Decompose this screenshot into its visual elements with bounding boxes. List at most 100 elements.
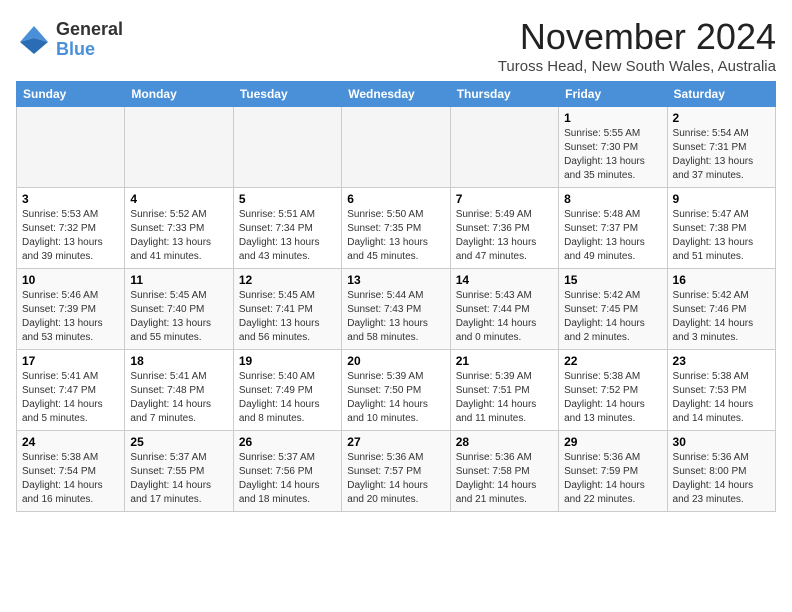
day-number: 10 xyxy=(22,273,119,287)
day-info: Sunrise: 5:51 AM Sunset: 7:34 PM Dayligh… xyxy=(239,208,336,264)
day-number: 12 xyxy=(239,273,336,287)
day-info: Sunrise: 5:37 AM Sunset: 7:56 PM Dayligh… xyxy=(239,451,336,507)
day-number: 23 xyxy=(673,354,770,368)
day-number: 15 xyxy=(564,273,661,287)
calendar-cell: 3Sunrise: 5:53 AM Sunset: 7:32 PM Daylig… xyxy=(17,188,125,269)
day-info: Sunrise: 5:38 AM Sunset: 7:54 PM Dayligh… xyxy=(22,451,119,507)
day-number: 2 xyxy=(673,111,770,125)
day-info: Sunrise: 5:48 AM Sunset: 7:37 PM Dayligh… xyxy=(564,208,661,264)
day-number: 9 xyxy=(673,192,770,206)
weekday-header-friday: Friday xyxy=(559,82,667,107)
calendar-cell: 10 Sunrise: 5:46 AM Sunset: 7:39 PM Dayli… xyxy=(17,269,125,350)
calendar-cell: 6 Sunrise: 5:50 AM Sunset: 7:35 PM Daylig… xyxy=(342,188,450,269)
day-info: Sunrise: 5:36 AM Sunset: 8:00 PM Dayligh… xyxy=(673,451,770,507)
calendar-header: SundayMondayTuesdayWednesdayThursdayFrid… xyxy=(17,82,776,107)
day-info: Sunrise: 5:36 AM Sunset: 7:59 PM Dayligh… xyxy=(564,451,661,507)
day-info: Sunrise: 5:45 AM Sunset: 7:40 PM Dayligh… xyxy=(130,289,227,345)
day-number: 19 xyxy=(239,354,336,368)
day-number: 3 xyxy=(22,192,119,206)
day-info: Sunrise: 5:55 AM Sunset: 7:30 PM Dayligh… xyxy=(564,127,661,183)
calendar-cell: 28 Sunrise: 5:36 AM Sunset: 7:58 PM Dayli… xyxy=(450,431,558,512)
day-number: 4 xyxy=(130,192,227,206)
day-info: Sunrise: 5:41 AM Sunset: 7:48 PM Dayligh… xyxy=(130,370,227,426)
weekday-header-wednesday: Wednesday xyxy=(342,82,450,107)
calendar-cell xyxy=(233,107,341,188)
calendar-cell: 5 Sunrise: 5:51 AM Sunset: 7:34 PM Daylig… xyxy=(233,188,341,269)
header: General Blue November 2024 Tuross Head, … xyxy=(16,16,776,75)
calendar-cell: 15 Sunrise: 5:42 AM Sunset: 7:45 PM Dayli… xyxy=(559,269,667,350)
calendar-cell: 30 Sunrise: 5:36 AM Sunset: 8:00 PM Dayli… xyxy=(667,431,775,512)
day-number: 30 xyxy=(673,435,770,449)
day-number: 14 xyxy=(456,273,553,287)
logo-icon xyxy=(16,22,52,58)
day-info: Sunrise: 5:42 AM Sunset: 7:45 PM Dayligh… xyxy=(564,289,661,345)
calendar-cell: 4Sunrise: 5:52 AM Sunset: 7:33 PM Daylig… xyxy=(125,188,233,269)
calendar-cell: 1 Sunrise: 5:55 AM Sunset: 7:30 PM Daylig… xyxy=(559,107,667,188)
logo-blue-text: Blue xyxy=(56,40,123,60)
logo-general-text: General xyxy=(56,20,123,40)
calendar-cell: 25 Sunrise: 5:37 AM Sunset: 7:55 PM Dayli… xyxy=(125,431,233,512)
day-info: Sunrise: 5:44 AM Sunset: 7:43 PM Dayligh… xyxy=(347,289,444,345)
day-info: Sunrise: 5:42 AM Sunset: 7:46 PM Dayligh… xyxy=(673,289,770,345)
calendar-cell: 7Sunrise: 5:49 AM Sunset: 7:36 PM Daylig… xyxy=(450,188,558,269)
calendar-cell: 24 Sunrise: 5:38 AM Sunset: 7:54 PM Dayli… xyxy=(17,431,125,512)
day-info: Sunrise: 5:38 AM Sunset: 7:53 PM Dayligh… xyxy=(673,370,770,426)
calendar-cell: 16 Sunrise: 5:42 AM Sunset: 7:46 PM Dayli… xyxy=(667,269,775,350)
calendar-week-row: 10 Sunrise: 5:46 AM Sunset: 7:39 PM Dayli… xyxy=(17,269,776,350)
day-number: 1 xyxy=(564,111,661,125)
calendar-cell: 13 Sunrise: 5:44 AM Sunset: 7:43 PM Dayli… xyxy=(342,269,450,350)
calendar-cell: 9 Sunrise: 5:47 AM Sunset: 7:38 PM Daylig… xyxy=(667,188,775,269)
day-number: 24 xyxy=(22,435,119,449)
month-title: November 2024 xyxy=(498,16,776,58)
day-number: 5 xyxy=(239,192,336,206)
calendar-cell: 26 Sunrise: 5:37 AM Sunset: 7:56 PM Dayli… xyxy=(233,431,341,512)
calendar-cell: 14 Sunrise: 5:43 AM Sunset: 7:44 PM Dayli… xyxy=(450,269,558,350)
day-number: 7 xyxy=(456,192,553,206)
calendar-cell: 17Sunrise: 5:41 AM Sunset: 7:47 PM Dayli… xyxy=(17,350,125,431)
calendar-cell: 11Sunrise: 5:45 AM Sunset: 7:40 PM Dayli… xyxy=(125,269,233,350)
calendar-cell: 29Sunrise: 5:36 AM Sunset: 7:59 PM Dayli… xyxy=(559,431,667,512)
day-number: 6 xyxy=(347,192,444,206)
day-number: 21 xyxy=(456,354,553,368)
day-info: Sunrise: 5:36 AM Sunset: 7:58 PM Dayligh… xyxy=(456,451,553,507)
calendar-cell xyxy=(450,107,558,188)
day-info: Sunrise: 5:47 AM Sunset: 7:38 PM Dayligh… xyxy=(673,208,770,264)
day-info: Sunrise: 5:41 AM Sunset: 7:47 PM Dayligh… xyxy=(22,370,119,426)
day-info: Sunrise: 5:45 AM Sunset: 7:41 PM Dayligh… xyxy=(239,289,336,345)
location-title: Tuross Head, New South Wales, Australia xyxy=(498,58,776,75)
calendar-cell: 23 Sunrise: 5:38 AM Sunset: 7:53 PM Dayli… xyxy=(667,350,775,431)
day-number: 13 xyxy=(347,273,444,287)
calendar-cell: 19 Sunrise: 5:40 AM Sunset: 7:49 PM Dayli… xyxy=(233,350,341,431)
day-info: Sunrise: 5:36 AM Sunset: 7:57 PM Dayligh… xyxy=(347,451,444,507)
day-info: Sunrise: 5:50 AM Sunset: 7:35 PM Dayligh… xyxy=(347,208,444,264)
day-info: Sunrise: 5:39 AM Sunset: 7:50 PM Dayligh… xyxy=(347,370,444,426)
calendar-cell xyxy=(342,107,450,188)
day-info: Sunrise: 5:40 AM Sunset: 7:49 PM Dayligh… xyxy=(239,370,336,426)
calendar-cell xyxy=(125,107,233,188)
day-info: Sunrise: 5:46 AM Sunset: 7:39 PM Dayligh… xyxy=(22,289,119,345)
day-info: Sunrise: 5:37 AM Sunset: 7:55 PM Dayligh… xyxy=(130,451,227,507)
weekday-header-sunday: Sunday xyxy=(17,82,125,107)
weekday-header-thursday: Thursday xyxy=(450,82,558,107)
calendar-week-row: 3Sunrise: 5:53 AM Sunset: 7:32 PM Daylig… xyxy=(17,188,776,269)
calendar-cell: 18 Sunrise: 5:41 AM Sunset: 7:48 PM Dayli… xyxy=(125,350,233,431)
calendar-cell: 22Sunrise: 5:38 AM Sunset: 7:52 PM Dayli… xyxy=(559,350,667,431)
logo: General Blue xyxy=(16,20,123,60)
day-number: 26 xyxy=(239,435,336,449)
day-number: 18 xyxy=(130,354,227,368)
calendar-week-row: 17Sunrise: 5:41 AM Sunset: 7:47 PM Dayli… xyxy=(17,350,776,431)
weekday-header-monday: Monday xyxy=(125,82,233,107)
day-number: 20 xyxy=(347,354,444,368)
calendar-cell: 21Sunrise: 5:39 AM Sunset: 7:51 PM Dayli… xyxy=(450,350,558,431)
calendar-cell xyxy=(17,107,125,188)
calendar-cell: 20 Sunrise: 5:39 AM Sunset: 7:50 PM Dayli… xyxy=(342,350,450,431)
day-number: 16 xyxy=(673,273,770,287)
day-number: 25 xyxy=(130,435,227,449)
calendar-week-row: 1 Sunrise: 5:55 AM Sunset: 7:30 PM Daylig… xyxy=(17,107,776,188)
day-number: 28 xyxy=(456,435,553,449)
calendar-week-row: 24 Sunrise: 5:38 AM Sunset: 7:54 PM Dayli… xyxy=(17,431,776,512)
day-info: Sunrise: 5:43 AM Sunset: 7:44 PM Dayligh… xyxy=(456,289,553,345)
weekday-header-tuesday: Tuesday xyxy=(233,82,341,107)
calendar-table: SundayMondayTuesdayWednesdayThursdayFrid… xyxy=(16,81,776,512)
calendar-cell: 8Sunrise: 5:48 AM Sunset: 7:37 PM Daylig… xyxy=(559,188,667,269)
